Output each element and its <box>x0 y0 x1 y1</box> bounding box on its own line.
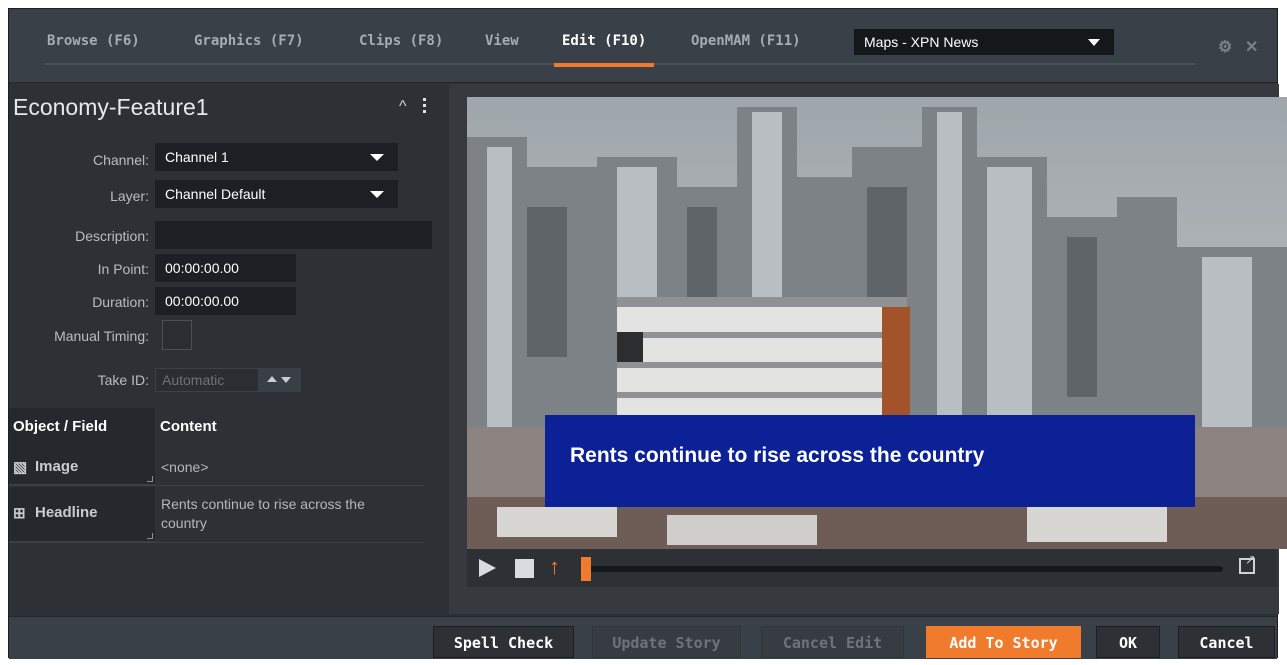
manual-timing-label: Manual Timing: <box>54 328 149 344</box>
play-icon[interactable] <box>479 559 496 577</box>
tab-view[interactable]: View <box>485 33 519 67</box>
tab-clips[interactable]: Clips (F8) <box>359 33 443 67</box>
resize-grip-icon <box>147 533 153 539</box>
take-id-label: Take ID: <box>97 372 149 388</box>
ok-button[interactable]: OK <box>1096 626 1160 658</box>
object-name: Headline <box>35 504 98 521</box>
top-tab-bar: Browse (F6) Graphics (F7) Clips (F8) Vie… <box>9 9 1277 83</box>
playhead-handle[interactable] <box>581 557 591 581</box>
item-title: Economy-Feature1 <box>13 94 209 120</box>
map-select-value: Maps - XPN News <box>864 34 979 50</box>
expand-icon: ⊞ <box>13 505 26 522</box>
map-select[interactable]: Maps - XPN News <box>854 29 1114 55</box>
preview-panel: Rents continue to rise across the countr… <box>449 84 1287 614</box>
object-cell[interactable]: ⊞ Headline <box>9 487 155 542</box>
description-field[interactable] <box>155 221 432 249</box>
headline-graphic: Rents continue to rise across the countr… <box>545 415 1195 507</box>
channel-value: Channel 1 <box>165 149 229 165</box>
properties-panel: Economy-Feature1 ^ Channel: Channel 1 La… <box>9 84 446 616</box>
tab-browse[interactable]: Browse (F6) <box>47 33 140 67</box>
image-icon: ▧ <box>13 459 28 476</box>
chevron-down-icon <box>1088 39 1100 46</box>
tab-graphics[interactable]: Graphics (F7) <box>194 33 304 67</box>
close-icon[interactable]: ✕ <box>1245 37 1258 57</box>
table-header: Object / Field Content <box>9 408 424 448</box>
layer-label: Layer: <box>110 188 149 204</box>
object-name: Image <box>35 458 79 475</box>
edit-window: Browse (F6) Graphics (F7) Clips (F8) Vie… <box>8 8 1287 659</box>
gear-icon[interactable]: ⚙ <box>1218 37 1232 57</box>
popout-icon[interactable] <box>1239 552 1256 574</box>
timeline-scrubber[interactable] <box>581 566 1223 572</box>
description-label: Description: <box>75 228 149 244</box>
layer-select[interactable]: Channel Default <box>155 180 398 208</box>
object-cell[interactable]: ▧ Image <box>9 448 155 485</box>
arrow-down-icon <box>281 377 291 383</box>
column-header-content: Content <box>160 418 217 435</box>
collapse-icon[interactable]: ^ <box>399 98 407 116</box>
bottom-action-bar: Spell Check Update Story Cancel Edit Add… <box>9 616 1277 659</box>
column-header-object: Object / Field <box>13 418 108 435</box>
tab-edit[interactable]: Edit (F10) <box>553 33 655 67</box>
cancel-edit-button[interactable]: Cancel Edit <box>761 626 904 658</box>
add-to-story-button[interactable]: Add To Story <box>926 626 1081 658</box>
table-row[interactable]: ▧ Image <none> <box>9 448 424 486</box>
in-point-label: In Point: <box>97 261 149 277</box>
channel-label: Channel: <box>92 152 149 168</box>
tab-openmam[interactable]: OpenMAM (F11) <box>691 33 801 67</box>
update-story-button[interactable]: Update Story <box>592 626 741 658</box>
stop-icon[interactable] <box>515 559 534 578</box>
manual-timing-checkbox[interactable] <box>162 320 192 350</box>
playback-controls: ↑ <box>467 549 1277 587</box>
arrow-up-icon <box>267 376 277 382</box>
cue-up-arrow-icon[interactable]: ↑ <box>549 554 560 580</box>
in-point-field[interactable]: 00:00:00.00 <box>155 254 296 282</box>
chevron-down-icon <box>370 154 384 161</box>
chevron-down-icon <box>370 191 384 198</box>
layer-value: Channel Default <box>165 186 266 202</box>
table-row[interactable]: ⊞ Headline Rents continue to rise across… <box>9 487 424 543</box>
take-id-field[interactable]: Automatic <box>155 368 259 392</box>
take-id-stepper[interactable] <box>259 368 301 392</box>
duration-field[interactable]: 00:00:00.00 <box>155 287 296 315</box>
cancel-button[interactable]: Cancel <box>1178 626 1275 658</box>
duration-label: Duration: <box>92 294 149 310</box>
video-preview: Rents continue to rise across the countr… <box>467 97 1287 549</box>
resize-grip-icon <box>147 476 153 482</box>
content-value: Rents continue to rise across the countr… <box>161 496 365 531</box>
channel-select[interactable]: Channel 1 <box>155 143 398 171</box>
spell-check-button[interactable]: Spell Check <box>433 626 574 658</box>
content-value: <none> <box>161 459 209 475</box>
more-menu-icon[interactable] <box>422 98 428 114</box>
